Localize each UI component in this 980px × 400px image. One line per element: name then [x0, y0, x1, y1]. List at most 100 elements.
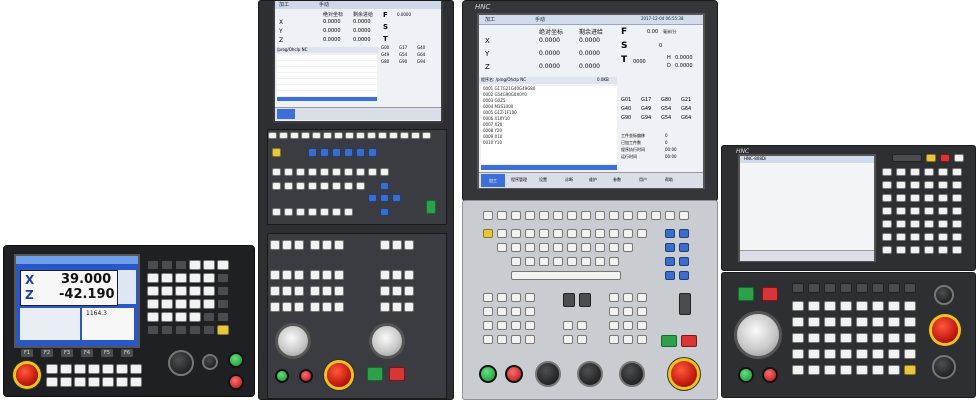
panel4-op-key[interactable] — [824, 283, 836, 293]
panel2-op-key[interactable] — [380, 270, 390, 280]
panel1-cycle-start-button[interactable] — [228, 352, 244, 368]
panel4-key[interactable] — [896, 168, 906, 176]
panel4-op-key[interactable] — [872, 317, 884, 327]
panel4-key[interactable] — [910, 194, 920, 202]
panel3-key[interactable] — [525, 243, 535, 252]
panel4-key[interactable] — [896, 194, 906, 202]
panel4-op-key[interactable] — [888, 333, 900, 343]
panel3-rapid-override-knob[interactable] — [619, 361, 645, 387]
panel4-key[interactable] — [882, 168, 892, 176]
panel3-op-key[interactable] — [497, 335, 507, 344]
panel3-spindle-override-knob[interactable] — [577, 361, 603, 387]
panel4-key[interactable] — [896, 207, 906, 215]
panel4-key[interactable] — [940, 154, 950, 162]
panel3-key[interactable] — [497, 211, 507, 220]
panel4-key[interactable] — [938, 168, 948, 176]
panel1-key[interactable] — [217, 260, 229, 270]
panel2-op-key[interactable] — [404, 286, 414, 296]
panel2-key[interactable] — [400, 132, 409, 139]
panel3-op-key[interactable] — [623, 335, 633, 344]
panel4-op-key[interactable] — [792, 301, 804, 311]
panel1-fkey-f1[interactable]: F1 — [20, 348, 34, 358]
panel2-key[interactable] — [392, 194, 401, 202]
panel2-op-key[interactable] — [404, 270, 414, 280]
panel1-mode-key[interactable] — [60, 364, 72, 374]
panel1-key[interactable] — [203, 325, 215, 335]
panel3-feed-override-knob[interactable] — [535, 361, 561, 387]
panel1-key[interactable] — [147, 273, 159, 283]
panel2-key[interactable] — [272, 182, 281, 190]
panel2-key[interactable] — [296, 208, 305, 216]
panel3-softkey[interactable]: 用户 — [639, 177, 647, 183]
panel4-key[interactable] — [896, 181, 906, 189]
panel4-op-key[interactable] — [856, 333, 868, 343]
panel3-key[interactable] — [553, 211, 563, 220]
panel1-feed-override-knob[interactable] — [168, 350, 194, 376]
panel2-op-key[interactable] — [392, 286, 402, 296]
panel2-key[interactable] — [356, 182, 365, 190]
panel2-emergency-stop[interactable] — [327, 363, 351, 387]
panel3-op-key[interactable] — [609, 307, 619, 316]
panel4-key[interactable] — [952, 181, 962, 189]
panel1-key[interactable] — [189, 299, 201, 309]
panel1-key[interactable] — [175, 299, 187, 309]
panel2-key[interactable] — [344, 182, 353, 190]
panel3-key[interactable] — [525, 229, 535, 238]
panel3-key[interactable] — [623, 229, 633, 238]
panel3-op-key[interactable] — [577, 321, 587, 330]
panel4-op-key[interactable] — [872, 365, 884, 375]
panel3-key[interactable] — [623, 243, 633, 252]
panel1-fkey-f6[interactable]: F6 — [120, 348, 134, 358]
panel4-key[interactable] — [952, 207, 962, 215]
panel3-op-key[interactable] — [609, 293, 619, 302]
panel2-op-key[interactable] — [310, 286, 320, 296]
panel2-key[interactable] — [290, 132, 299, 139]
panel3-key[interactable] — [567, 211, 577, 220]
panel2-op-key[interactable] — [270, 286, 280, 296]
panel3-key[interactable] — [637, 229, 647, 238]
panel3-op-key[interactable] — [525, 335, 535, 344]
panel3-key[interactable] — [525, 211, 535, 220]
panel2-op-key[interactable] — [404, 240, 414, 250]
panel3-key[interactable] — [665, 271, 675, 280]
panel1-key[interactable] — [147, 260, 159, 270]
panel2-key[interactable] — [268, 132, 277, 139]
panel3-op-key[interactable] — [511, 293, 521, 302]
panel4-op-key[interactable] — [856, 317, 868, 327]
panel4-op-key[interactable] — [840, 317, 852, 327]
panel4-key[interactable] — [924, 181, 934, 189]
panel3-key[interactable] — [567, 257, 577, 266]
panel3-op-key[interactable] — [511, 321, 521, 330]
panel3-op-key[interactable] — [525, 307, 535, 316]
panel4-key[interactable] — [952, 168, 962, 176]
panel3-op-key[interactable] — [637, 307, 647, 316]
panel2-op-key[interactable] — [310, 302, 320, 312]
panel3-key[interactable] — [637, 211, 647, 220]
panel3-key[interactable] — [679, 243, 689, 252]
panel4-op-key[interactable] — [888, 365, 900, 375]
panel4-op-key[interactable] — [792, 333, 804, 343]
panel2-key[interactable] — [296, 168, 305, 176]
panel3-op-key[interactable] — [637, 335, 647, 344]
panel4-key[interactable] — [896, 220, 906, 228]
panel4-op-key[interactable] — [856, 349, 868, 359]
panel2-handwheel-right[interactable] — [369, 323, 405, 359]
panel3-key[interactable] — [665, 257, 675, 266]
panel4-spindle-override-knob[interactable] — [932, 355, 956, 379]
panel2-op-key[interactable] — [310, 270, 320, 280]
panel4-key[interactable] — [896, 246, 906, 254]
panel4-key[interactable] — [954, 154, 964, 162]
panel2-op-key[interactable] — [380, 240, 390, 250]
panel3-op-key[interactable] — [623, 307, 633, 316]
panel4-cycle-start-button[interactable] — [738, 367, 754, 383]
panel3-op-key[interactable] — [579, 293, 591, 307]
panel1-key[interactable] — [189, 312, 201, 322]
panel3-softkey-active[interactable]: 加工 — [481, 174, 505, 187]
panel3-key[interactable] — [567, 243, 577, 252]
panel1-mode-key[interactable] — [46, 364, 58, 374]
panel4-key[interactable] — [910, 207, 920, 215]
panel4-op-key[interactable] — [840, 349, 852, 359]
panel3-feed-hold-button[interactable] — [505, 365, 523, 383]
panel4-op-key[interactable] — [888, 349, 900, 359]
panel1-mode-key[interactable] — [46, 377, 58, 387]
